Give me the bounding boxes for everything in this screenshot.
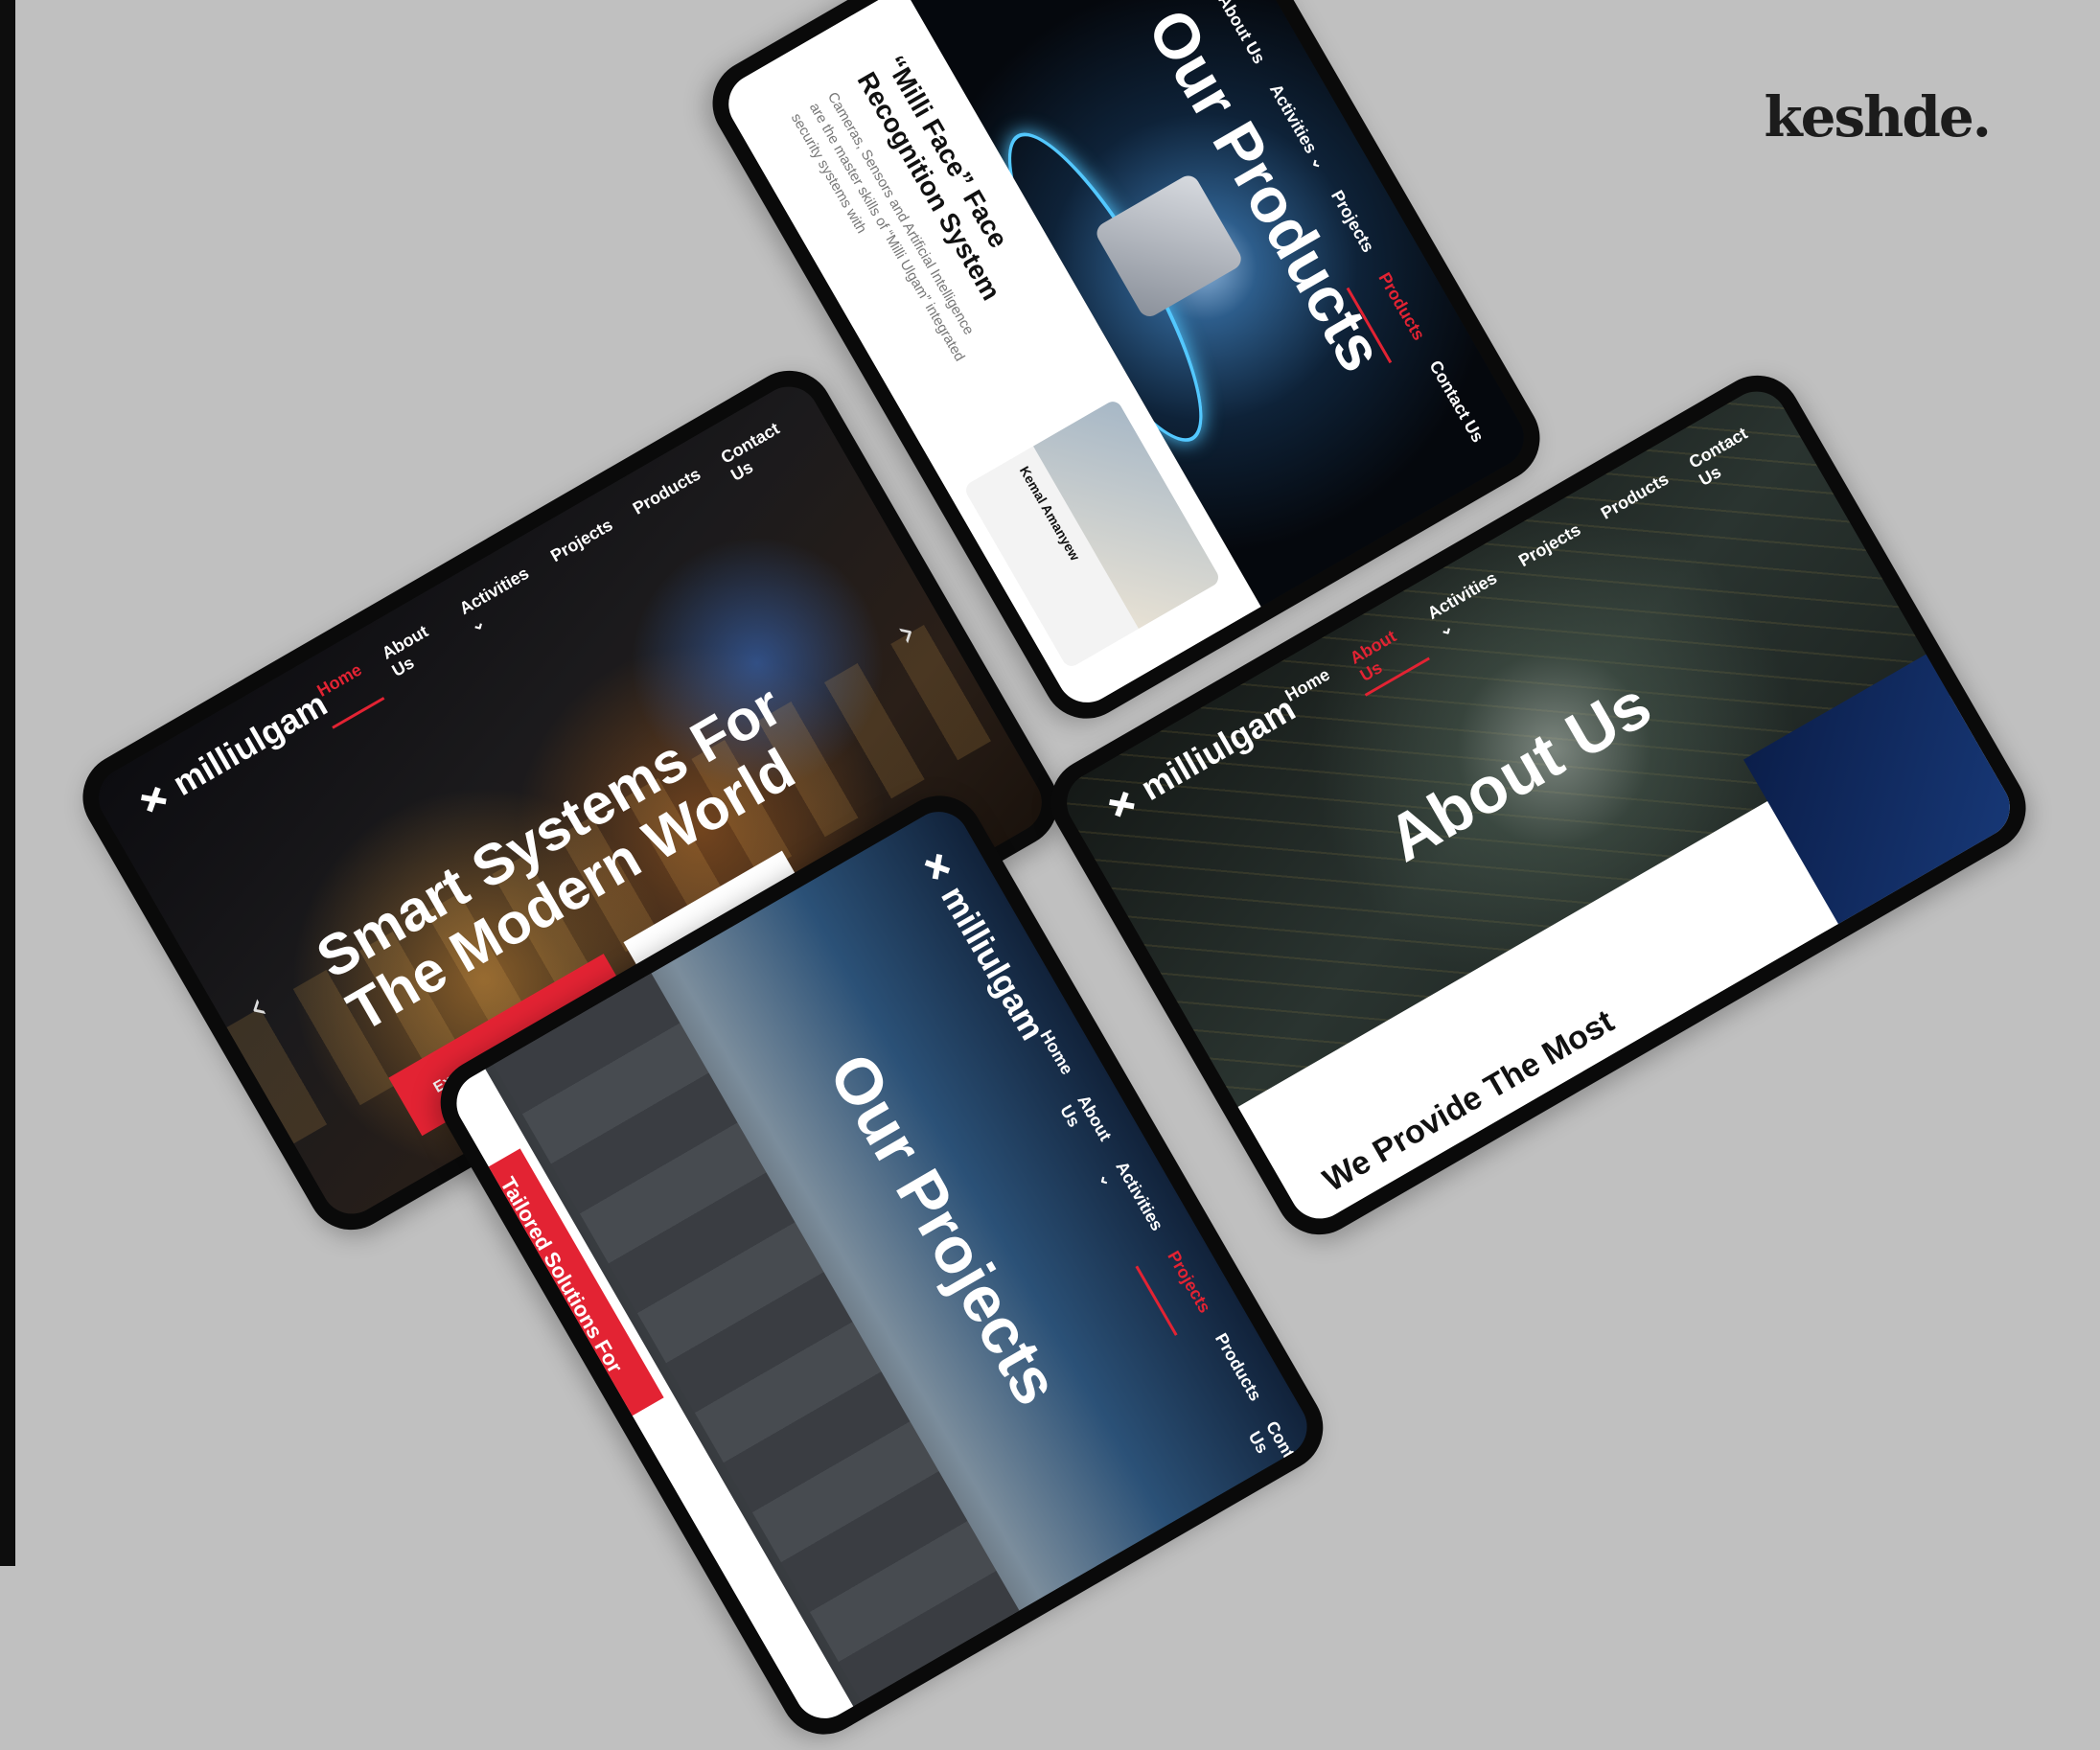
nav-contact[interactable]: Contact Us bbox=[1244, 1417, 1311, 1493]
left-edge-strip bbox=[0, 0, 15, 1566]
nav-activities[interactable]: Activities ⌄ bbox=[1094, 1158, 1167, 1244]
nav-products[interactable]: Products bbox=[630, 464, 715, 536]
nav-about[interactable]: About Us bbox=[1055, 1092, 1115, 1155]
nav-activities[interactable]: Activities ⌄ bbox=[456, 563, 544, 636]
nav-about[interactable]: About Us bbox=[379, 615, 453, 681]
nav-projects[interactable]: Projects bbox=[1327, 187, 1378, 256]
nav-projects[interactable]: Projects bbox=[1145, 1248, 1214, 1327]
nav-contact[interactable]: Contact Us bbox=[1425, 357, 1488, 446]
nav-contact[interactable]: Contact Us bbox=[1686, 419, 1770, 491]
nav-projects[interactable]: Projects bbox=[1515, 519, 1595, 588]
logo-icon bbox=[1099, 782, 1143, 826]
nav-projects[interactable]: Projects bbox=[547, 515, 627, 584]
nav-products[interactable]: Products bbox=[1374, 269, 1429, 344]
nav-products[interactable]: Products bbox=[1598, 469, 1683, 541]
nav-about[interactable]: About Us bbox=[1213, 0, 1269, 67]
logo-icon bbox=[131, 777, 175, 821]
brand-logo: keshde. bbox=[1764, 84, 1992, 150]
logo-icon bbox=[915, 844, 959, 888]
nav-activities[interactable]: Activities ⌄ bbox=[1265, 81, 1330, 173]
nav-products[interactable]: Products bbox=[1193, 1330, 1265, 1416]
nav-activities[interactable]: Activities ⌄ bbox=[1424, 567, 1512, 641]
nav-about[interactable]: About Us bbox=[1347, 620, 1421, 686]
nav-contact[interactable]: Contact Us bbox=[718, 414, 802, 486]
